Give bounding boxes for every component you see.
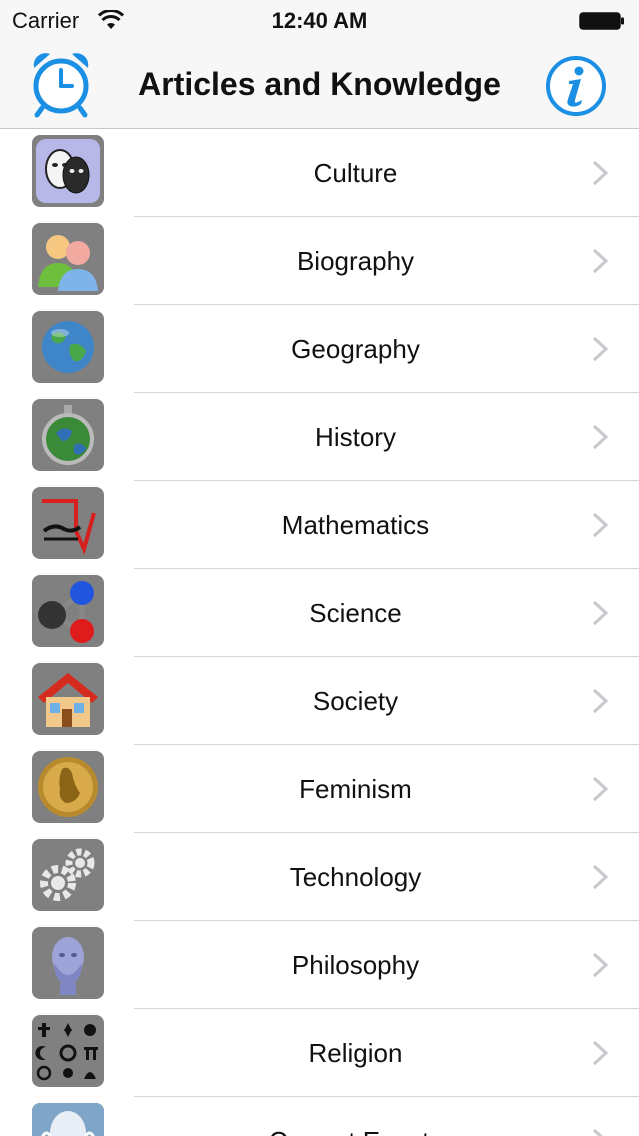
list-item-technology[interactable]: Technology: [0, 833, 639, 921]
list-item-science[interactable]: Science: [0, 569, 639, 657]
list-item-label: Culture: [313, 158, 398, 188]
list-item-feminism[interactable]: Feminism: [0, 745, 639, 833]
category-list: Culture Biography Geography History Math…: [0, 129, 639, 1136]
list-item-label: Religion: [308, 1038, 403, 1068]
info-icon[interactable]: [544, 54, 608, 118]
theater-masks-icon: [32, 135, 104, 207]
globe-icon: [32, 311, 104, 383]
chevron-right-icon: [592, 952, 609, 978]
current-events-icon: [32, 1103, 104, 1136]
house-icon: [32, 663, 104, 735]
list-item-society[interactable]: Society: [0, 657, 639, 745]
people-icon: [32, 223, 104, 295]
bronze-medal-icon: [32, 751, 104, 823]
list-item-current-events[interactable]: Current Events: [0, 1097, 639, 1136]
philosopher-bust-icon: [32, 927, 104, 999]
status-time: 12:40 AM: [271, 8, 368, 33]
list-item-culture[interactable]: Culture: [0, 129, 639, 217]
list-item-geography[interactable]: Geography: [0, 305, 639, 393]
chevron-right-icon: [592, 864, 609, 890]
chevron-right-icon: [592, 688, 609, 714]
molecule-icon: [32, 575, 104, 647]
list-item-label: Feminism: [299, 774, 412, 804]
chevron-right-icon: [592, 776, 609, 802]
chevron-right-icon: [592, 600, 609, 626]
math-graph-icon: [32, 487, 104, 559]
stopwatch-globe-icon: [32, 399, 104, 471]
chevron-right-icon: [592, 512, 609, 538]
list-item-history[interactable]: History: [0, 393, 639, 481]
list-item-label: Current Events: [134, 1097, 577, 1136]
list-item-philosophy[interactable]: Philosophy: [0, 921, 639, 1009]
chevron-right-icon: [592, 1128, 603, 1136]
chevron-right-icon: [592, 248, 609, 274]
list-item-label: Technology: [289, 862, 422, 892]
battery-icon: [579, 12, 624, 30]
navigation-bar: Articles and Knowledge: [0, 40, 639, 129]
list-item-label: Geography: [291, 334, 420, 364]
chevron-right-icon: [592, 336, 609, 362]
list-item-label: Mathematics: [281, 510, 430, 540]
chevron-right-icon: [592, 160, 609, 186]
chevron-right-icon: [592, 424, 609, 450]
list-item-label: Society: [312, 686, 399, 716]
list-item-biography[interactable]: Biography: [0, 217, 639, 305]
list-item-label: Biography: [296, 246, 415, 276]
religious-symbols-icon: [32, 1015, 104, 1087]
status-bar: Carrier 12:40 AM: [0, 0, 639, 40]
list-item-religion[interactable]: Religion: [0, 1009, 639, 1097]
list-item-label: Science: [309, 598, 402, 628]
list-item-mathematics[interactable]: Mathematics: [0, 481, 639, 569]
list-item-label: History: [315, 422, 396, 452]
chevron-right-icon: [592, 1040, 609, 1066]
gears-icon: [32, 839, 104, 911]
list-item-label: Philosophy: [291, 950, 420, 980]
